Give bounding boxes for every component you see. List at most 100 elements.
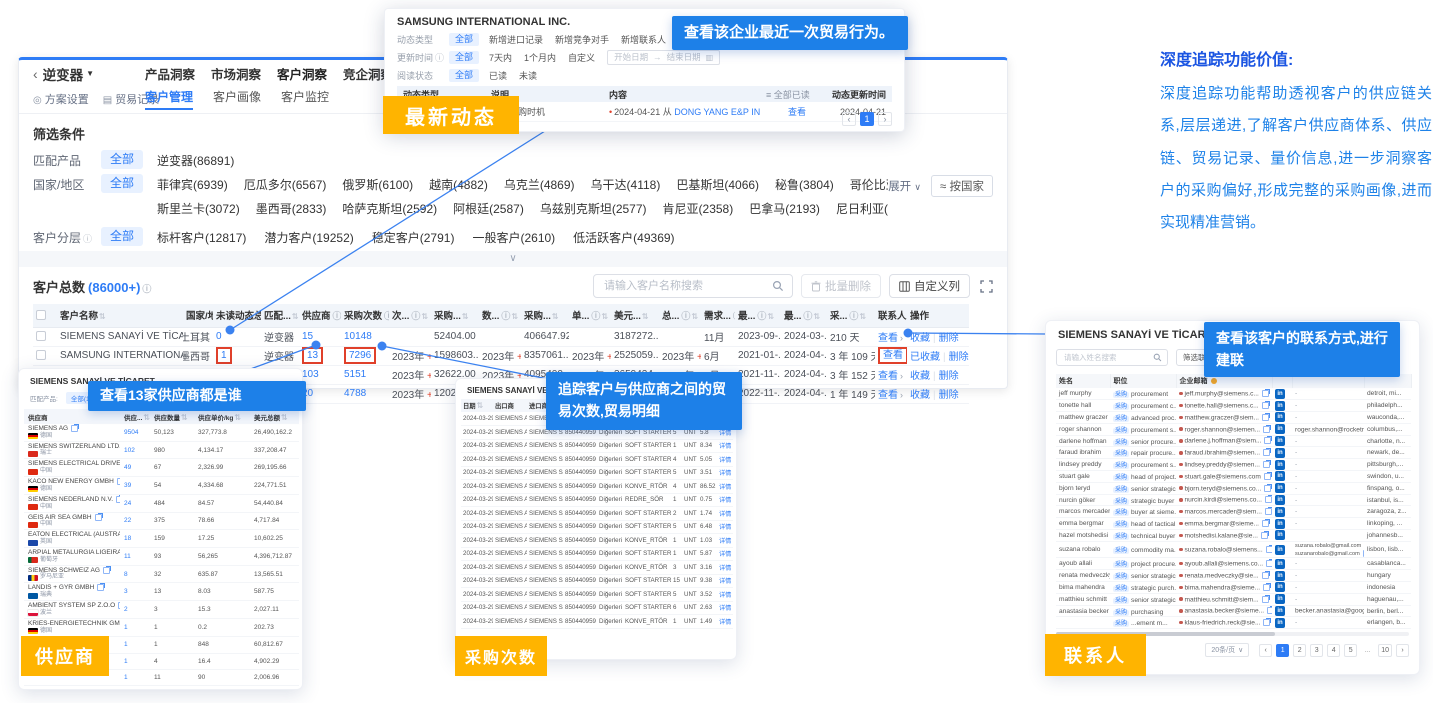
supply-count-link[interactable]: 102 (124, 447, 135, 454)
sort-icon[interactable]: ⇅ (234, 413, 241, 422)
supply-count-link[interactable]: 8 (124, 571, 128, 578)
filter-item-country[interactable]: 阿根廷(2587) (453, 200, 524, 217)
linkedin-icon[interactable]: in (1275, 571, 1285, 581)
sort-icon[interactable]: ⇅ (511, 312, 518, 321)
filter-item-country[interactable]: 乌克兰(4869) (504, 176, 575, 193)
filter-item[interactable]: 潜力客户(19252) (264, 229, 353, 246)
sort-icon[interactable]: ⇅ (552, 312, 559, 321)
supply-count-link[interactable]: 1 (124, 641, 128, 648)
page-button[interactable]: 1 (860, 112, 874, 126)
supply-count-link[interactable]: 2 (124, 606, 128, 613)
fullscreen-icon[interactable] (980, 280, 993, 293)
sort-icon[interactable]: ⇅ (767, 312, 774, 321)
column-header[interactable]: 供应商ⓘ⇅ (299, 304, 341, 327)
column-header[interactable]: 供应商 (24, 409, 120, 424)
customer-name[interactable]: SIEMENS SANAYİ VE TİCARET AN (60, 331, 183, 342)
filter-item[interactable]: 低活跃客户(49369) (573, 229, 674, 246)
detail-link[interactable]: 详情 (719, 551, 731, 558)
external-link-icon[interactable] (97, 584, 104, 591)
filter-all-chip[interactable]: 全部 (101, 174, 143, 193)
column-header[interactable]: 采购...⇅ (431, 304, 479, 327)
external-link-icon[interactable] (1266, 560, 1272, 567)
column-header[interactable]: 国家/地区 (183, 304, 213, 327)
purchase-count-link[interactable]: 4788 (344, 388, 366, 399)
page-button[interactable]: 4 (1327, 644, 1340, 657)
customer-name[interactable]: SAMSUNG INTERNATIONAL INC. (60, 350, 183, 361)
supply-count-link[interactable]: 49 (124, 464, 131, 471)
supplier-name[interactable]: ARPIAL METALURGIA LIGEIRA LDA (28, 549, 116, 557)
filter-item-country[interactable]: 俄罗斯(6100) (342, 176, 413, 193)
filter-item-country[interactable]: 哥伦比亚(3784) (850, 176, 888, 193)
column-header[interactable]: 出口商 (493, 399, 527, 412)
select-all-checkbox[interactable] (33, 304, 57, 327)
supply-count-link[interactable]: 1 (124, 674, 128, 681)
column-header[interactable]: 最...ⓘ⇅ (781, 304, 827, 327)
external-link-icon[interactable] (1262, 402, 1269, 409)
detail-link[interactable]: 详情 (719, 605, 731, 612)
filter-item[interactable]: 标杆客户(12817) (157, 229, 246, 246)
purchase-count-link[interactable]: 5151 (344, 369, 366, 380)
subtab-客户管理[interactable]: 客户管理 (145, 88, 193, 110)
linkedin-icon[interactable]: in (1275, 530, 1285, 540)
sort-icon[interactable]: ⇅ (601, 312, 608, 321)
expand-toggle[interactable]: 展开 ∨ (888, 178, 921, 194)
supplier-count-link[interactable]: 13 (307, 350, 318, 361)
column-header[interactable]: 美元总额⇅ (250, 409, 299, 424)
supply-count-link[interactable]: 24 (124, 500, 131, 507)
external-link-icon[interactable] (103, 567, 110, 574)
linkedin-icon[interactable]: in (1275, 460, 1285, 470)
supplier-name[interactable]: SIEMENS ELECTRICAL DRIVES LTD. (28, 460, 116, 468)
external-link-icon[interactable] (1262, 596, 1269, 603)
sort-icon[interactable]: ⇅ (99, 312, 106, 321)
filter-all-chip[interactable]: 全部 (449, 69, 479, 82)
filter-option[interactable]: 已读 (489, 69, 507, 82)
view-contact-link[interactable]: 查看 (878, 390, 898, 401)
next-page-button[interactable]: › (878, 112, 892, 126)
linkedin-icon[interactable]: in (1275, 424, 1285, 434)
detail-link[interactable]: 详情 (719, 484, 731, 491)
detail-link[interactable]: 详情 (719, 497, 731, 504)
collapse-band[interactable]: ∨ (19, 251, 1007, 267)
external-link-icon[interactable] (1263, 584, 1270, 591)
subtab-客户监控[interactable]: 客户监控 (281, 88, 329, 110)
subtab-客户画像[interactable]: 客户画像 (213, 88, 261, 110)
column-header[interactable]: 单...ⓘ⇅ (569, 304, 611, 327)
filter-item[interactable]: 逆变器(86891) (157, 152, 234, 169)
delete-button[interactable]: 删除 (939, 371, 959, 382)
detail-link[interactable]: 详情 (719, 619, 731, 626)
external-link-icon[interactable] (1263, 449, 1270, 456)
column-header[interactable]: 操作 (907, 304, 969, 327)
detail-link[interactable]: 详情 (719, 538, 731, 545)
column-header[interactable]: 需求...ⓘ (701, 304, 735, 327)
mark-all-read-button[interactable]: ≡ 全部已读 (760, 88, 812, 101)
batch-delete-button[interactable]: 批量删除 (801, 274, 881, 298)
supplier-name[interactable]: SIEMENS AG (28, 425, 116, 433)
external-link-icon[interactable] (1262, 414, 1269, 421)
external-link-icon[interactable] (1261, 532, 1268, 539)
filter-option[interactable]: 新增联系人 (621, 33, 666, 46)
external-link-icon[interactable] (1264, 473, 1271, 480)
favorite-button[interactable]: 收藏 (910, 333, 930, 344)
supplier-name[interactable]: KRIES-ENERGIETECHNIK GMBH&AMP;CO.KG (28, 620, 116, 628)
view-contact-link[interactable]: 查看 (883, 350, 903, 361)
column-header[interactable]: 姓名 (1056, 374, 1110, 388)
external-link-icon[interactable] (1263, 619, 1270, 626)
view-contact-link[interactable]: 查看 (878, 371, 898, 382)
tab-市场洞察[interactable]: 市场洞察 (211, 64, 261, 83)
column-header[interactable]: 采...ⓘ⇅ (827, 304, 875, 327)
column-header[interactable]: 供应单价/kg⇅ (194, 409, 250, 424)
unread-count-link[interactable]: 1 (221, 350, 227, 361)
column-header[interactable]: 数...ⓘ⇅ (479, 304, 521, 327)
supply-count-link[interactable]: 18 (124, 535, 131, 542)
sort-icon[interactable]: ⇅ (421, 312, 428, 321)
external-link-icon[interactable] (1264, 485, 1271, 492)
column-header[interactable]: 客户名称⇅ (57, 304, 183, 327)
column-header[interactable]: 采购次数ⓘ⇅ (341, 304, 389, 327)
column-header[interactable]: 次...ⓘ⇅ (389, 304, 431, 327)
detail-link[interactable]: 详情 (719, 457, 731, 464)
company-link[interactable]: DONG YANG E&P INC. (674, 107, 760, 117)
filter-option[interactable]: 新增进口记录 (489, 33, 543, 46)
supply-count-link[interactable]: 22 (124, 517, 131, 524)
filter-item-country[interactable]: 尼日利亚(2084) (836, 200, 888, 217)
detail-link[interactable]: 详情 (719, 430, 731, 437)
